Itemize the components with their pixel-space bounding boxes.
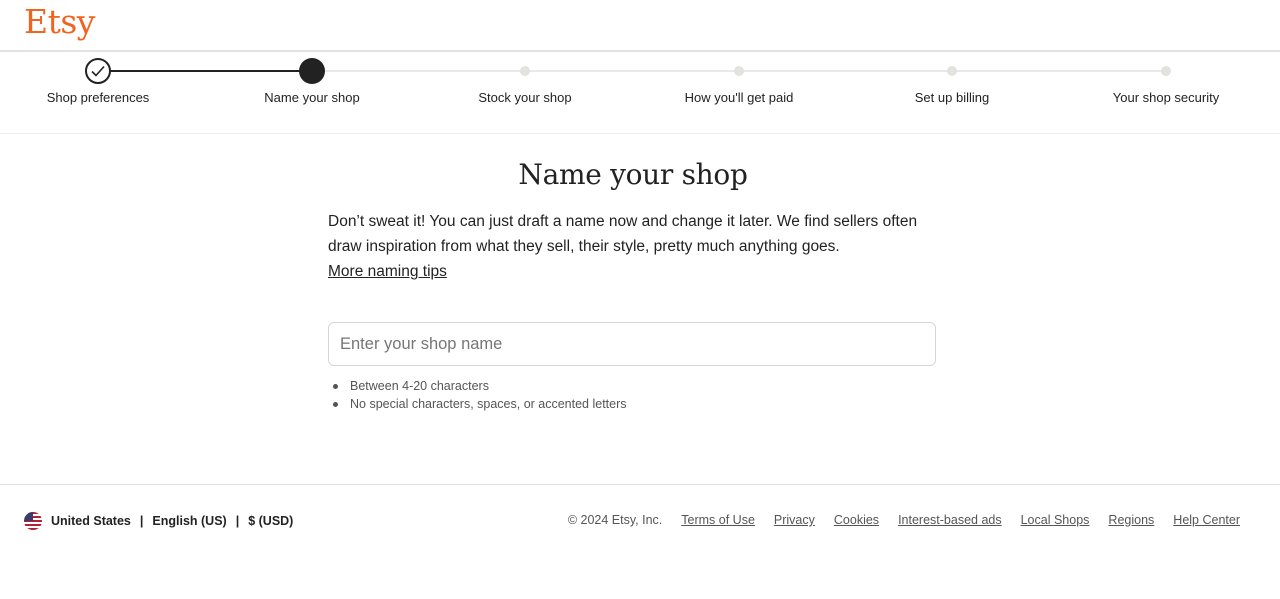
us-flag-icon <box>24 512 42 530</box>
current-step-dot <box>299 58 325 84</box>
checkmark-icon <box>85 58 111 84</box>
step-label: Your shop security <box>1112 90 1220 105</box>
site-footer: United States | English (US) | $ (USD) ©… <box>0 484 1280 599</box>
step-shop-preferences[interactable]: Shop preferences <box>0 52 198 122</box>
copyright-text: © 2024 Etsy, Inc. <box>567 513 663 527</box>
rule-item: No special characters, spaces, or accent… <box>328 395 627 413</box>
pending-step-dot <box>947 66 957 76</box>
pending-step-dot <box>1161 66 1171 76</box>
step-label: How you'll get paid <box>684 90 794 105</box>
step-label: Set up billing <box>914 90 990 105</box>
country-label: United States <box>51 514 131 528</box>
locale-settings-button[interactable]: United States | English (US) | $ (USD) <box>24 512 293 530</box>
local-shops-link[interactable]: Local Shops <box>1021 513 1090 527</box>
currency-label: $ (USD) <box>248 514 294 528</box>
regions-link[interactable]: Regions <box>1108 513 1154 527</box>
privacy-link[interactable]: Privacy <box>774 513 815 527</box>
interest-based-ads-link[interactable]: Interest-based ads <box>898 513 1002 527</box>
separator: | <box>139 514 144 528</box>
step-label: Name your shop <box>264 90 360 105</box>
separator: | <box>235 514 240 528</box>
terms-of-use-link[interactable]: Terms of Use <box>681 513 755 527</box>
page-description: Don’t sweat it! You can just draft a nam… <box>328 213 918 255</box>
etsy-logo[interactable]: Etsy <box>24 2 95 41</box>
footer-links: © 2024 Etsy, Inc. Terms of Use Privacy C… <box>568 513 1240 527</box>
page-title: Name your shop <box>518 158 748 191</box>
shop-name-rules: Between 4-20 characters No special chara… <box>328 377 627 413</box>
step-label: Stock your shop <box>478 90 572 105</box>
rule-item: Between 4-20 characters <box>328 377 627 395</box>
pending-step-dot <box>734 66 744 76</box>
step-set-up-billing: Set up billing <box>852 52 1052 122</box>
step-how-youll-get-paid: How you'll get paid <box>639 52 839 122</box>
step-label: Shop preferences <box>46 90 150 105</box>
name-shop-form: Name your shop Don’t sweat it! You can j… <box>328 150 938 411</box>
pending-step-dot <box>520 66 530 76</box>
more-naming-tips-link[interactable]: More naming tips <box>328 259 447 284</box>
help-center-link[interactable]: Help Center <box>1173 513 1240 527</box>
step-stock-your-shop: Stock your shop <box>425 52 625 122</box>
shop-name-input[interactable] <box>328 322 936 366</box>
step-your-shop-security: Your shop security <box>1066 52 1266 122</box>
language-label: English (US) <box>152 514 227 528</box>
cookies-link[interactable]: Cookies <box>834 513 879 527</box>
step-name-your-shop[interactable]: Name your shop <box>212 52 412 122</box>
site-header: Etsy <box>0 0 1280 52</box>
